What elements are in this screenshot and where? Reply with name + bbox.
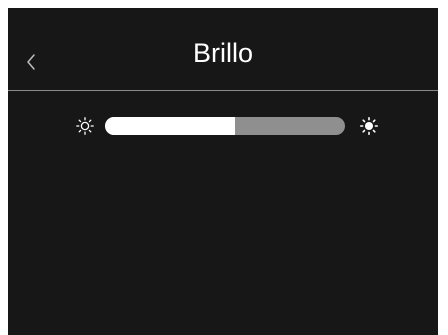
brightness-slider-fill <box>105 117 235 135</box>
brightness-screen: Brillo <box>8 8 438 335</box>
page-title: Brillo <box>192 38 253 68</box>
brightness-slider[interactable] <box>105 117 345 135</box>
header-divider <box>8 90 438 91</box>
header: Brillo <box>8 8 438 90</box>
sun-filled-icon[interactable] <box>360 117 378 135</box>
sun-outline-icon[interactable] <box>76 117 94 135</box>
